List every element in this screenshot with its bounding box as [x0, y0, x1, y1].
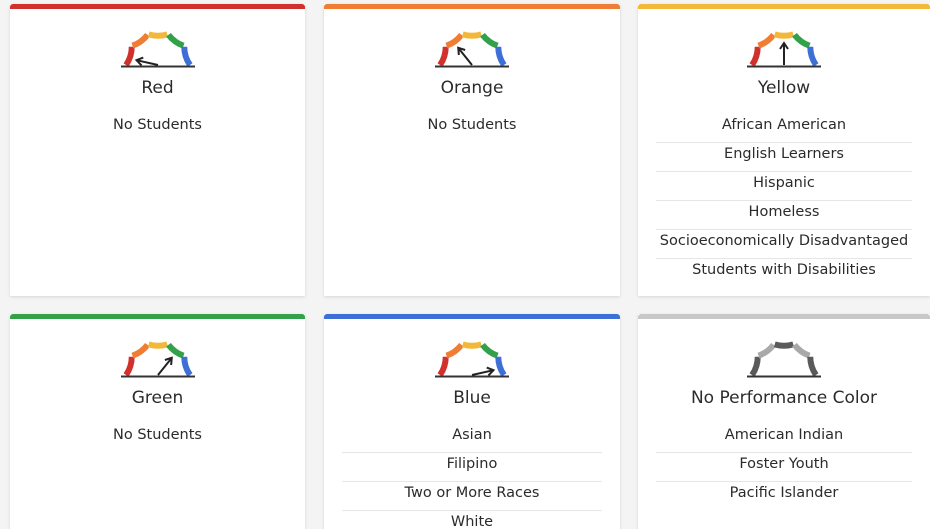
gauge-segment [495, 356, 507, 377]
gauge-segment [147, 31, 168, 39]
card-top-bar [324, 4, 620, 9]
gauge-segment [480, 342, 499, 359]
performance-color-grid: Red No Students Orange No Students Yello… [0, 0, 930, 529]
student-group-item: Homeless [656, 201, 912, 230]
gauge-segment [461, 31, 483, 39]
gauge-segment [480, 32, 499, 49]
card-title: Red [141, 78, 174, 98]
card-title: Orange [440, 78, 504, 98]
student-group-item: English Learners [656, 143, 912, 172]
gauge-segment [461, 341, 483, 349]
gauge-segment [147, 341, 168, 349]
gauge-icon [429, 24, 515, 72]
gauge-svg [435, 31, 509, 68]
gauge-segment [495, 46, 507, 67]
card-top-bar [10, 4, 305, 9]
card-orange: Orange No Students [324, 4, 620, 296]
gauge-segment [437, 356, 449, 377]
gauge-icon [741, 24, 827, 72]
gauge-svg [747, 31, 821, 68]
student-group-item: Foster Youth [656, 453, 912, 482]
student-group-item: No Students [113, 427, 202, 443]
student-group-item: Socioeconomically Disadvantaged [656, 230, 912, 259]
student-group-item: Filipino [342, 453, 602, 482]
student-group-item: Asian [342, 424, 602, 453]
gauge-segment [437, 46, 449, 67]
gauge-segment [122, 46, 135, 67]
gauge-segment [807, 356, 819, 377]
gauge-segment [130, 342, 150, 359]
card-green: Green No Students [10, 314, 305, 529]
student-group-list: Asian Filipino Two or More Races White [324, 424, 620, 529]
card-top-bar [638, 314, 930, 319]
gauge-segment [445, 32, 464, 49]
student-group-item: African American [656, 114, 912, 143]
student-group-item: Pacific Islander [729, 485, 839, 501]
gauge-segment [130, 32, 150, 49]
gauge-segment [180, 46, 193, 67]
gauge-svg [435, 341, 509, 378]
gauge-needle [156, 357, 173, 376]
gauge-icon [741, 334, 827, 382]
student-group-item: Two or More Races [342, 482, 602, 511]
gauge-icon [115, 24, 201, 72]
card-top-bar [638, 4, 930, 9]
student-group-item: No Students [427, 117, 517, 133]
card-no-performance-color: No Performance Color American Indian Fos… [638, 314, 930, 529]
student-group-item: Students with Disabilities [692, 262, 876, 278]
gauge-segment [773, 31, 795, 39]
gauge-segment [445, 342, 464, 359]
gauge-icon [429, 334, 515, 382]
gauge-segment [757, 342, 776, 359]
card-title: Yellow [757, 78, 811, 98]
card-title: Green [131, 388, 184, 408]
student-group-list: No Students [10, 114, 305, 143]
gauge-segment [773, 341, 795, 349]
gauge-segment [165, 342, 185, 359]
card-red: Red No Students [10, 4, 305, 296]
student-group-list: African American English Learners Hispan… [638, 114, 930, 288]
card-title: Blue [453, 388, 491, 408]
gauge-segment [165, 32, 185, 49]
student-group-item: White [450, 514, 494, 529]
gauge-segment [122, 356, 135, 377]
card-title: No Performance Color [690, 388, 878, 408]
gauge-svg [120, 341, 195, 378]
card-top-bar [10, 314, 305, 319]
gauge-segment [749, 356, 761, 377]
gauge-icon [115, 334, 201, 382]
gauge-segment [749, 46, 761, 67]
gauge-segment [757, 32, 776, 49]
student-group-item: No Students [113, 117, 202, 133]
gauge-segment [180, 356, 193, 377]
card-yellow: Yellow African American English Learners… [638, 4, 930, 296]
gauge-needle [457, 47, 473, 66]
student-group-item: Hispanic [656, 172, 912, 201]
gauge-segment [792, 342, 811, 359]
gauge-segment [807, 46, 819, 67]
card-top-bar [324, 314, 620, 319]
student-group-list: American Indian Foster Youth Pacific Isl… [638, 424, 930, 511]
student-group-list: No Students [324, 114, 620, 143]
gauge-svg [747, 341, 821, 378]
gauge-svg [120, 31, 195, 68]
card-blue: Blue Asian Filipino Two or More Races Wh… [324, 314, 620, 529]
student-group-list: No Students [10, 424, 305, 453]
gauge-segment [792, 32, 811, 49]
student-group-item: American Indian [656, 424, 912, 453]
